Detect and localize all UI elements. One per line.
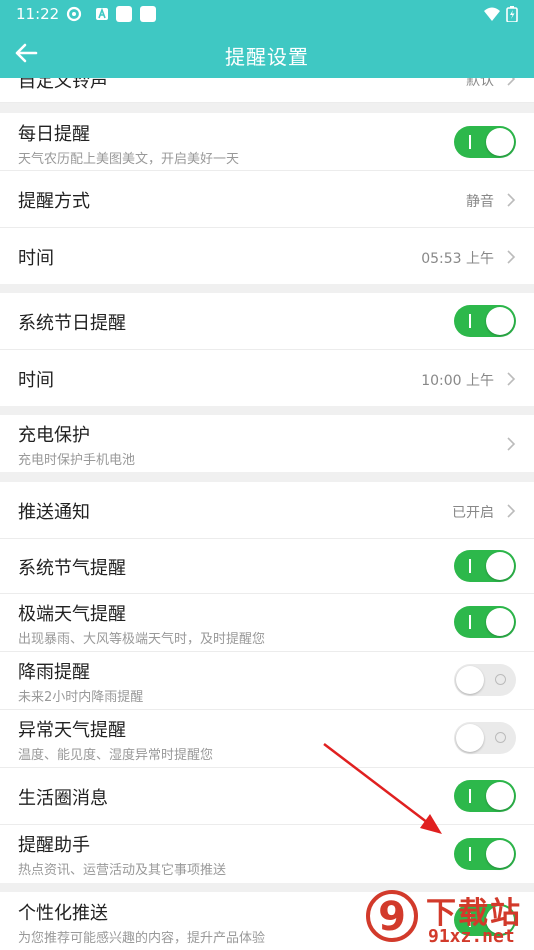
life-circle-toggle[interactable]	[454, 780, 516, 812]
setting-label: 提醒助手	[18, 835, 90, 856]
setting-description: 出现暴雨、大风等极端天气时，及时提醒您	[18, 632, 266, 647]
status-bar: 11:22	[0, 0, 534, 28]
chevron-right-icon	[507, 193, 516, 207]
setting-row-solar-terms: 系统节气提醒	[0, 539, 534, 594]
setting-row-festival-time[interactable]: 时间 10:00 上午	[0, 350, 534, 406]
chevron-right-icon	[507, 372, 516, 386]
battery-icon	[506, 6, 518, 22]
setting-label: 充电保护	[18, 425, 90, 446]
toggle-knob	[486, 608, 514, 636]
setting-row-charging-protection[interactable]: 充电保护 充电时保护手机电池	[0, 415, 534, 472]
setting-value: 05:53 上午	[421, 251, 494, 267]
setting-row-custom-ringtone[interactable]: 自定义铃声 默认	[0, 78, 534, 103]
chevron-right-icon	[507, 250, 516, 264]
setting-label: 提醒方式	[18, 191, 90, 212]
toggle-knob	[486, 840, 514, 868]
notification-square-icon	[116, 6, 132, 22]
wifi-icon	[484, 7, 500, 21]
reminder-assistant-toggle[interactable]	[454, 838, 516, 870]
setting-row-daily-reminder: 每日提醒 天气农历配上美图美文，开启美好一天	[0, 113, 534, 171]
setting-description: 充电时保护手机电池	[18, 453, 136, 468]
settings-list: 自定义铃声 默认 每日提醒 天气农历配上美图美文，开启美好一天 提醒方式 静音 …	[0, 78, 534, 950]
setting-label: 极端天气提醒	[18, 604, 126, 625]
chevron-right-icon	[507, 78, 516, 86]
setting-value: 10:00 上午	[421, 373, 494, 389]
watermark: 9 下载站 91xz.net	[362, 886, 534, 950]
setting-row-abnormal-weather: 异常天气提醒 温度、能见度、湿度异常时提醒您	[0, 710, 534, 768]
chevron-right-icon	[507, 504, 516, 518]
setting-description: 天气农历配上美图美文，开启美好一天	[18, 152, 240, 167]
toggle-off-mark	[495, 674, 506, 685]
watermark-logo-text: 9	[378, 894, 406, 940]
toggle-knob	[486, 128, 514, 156]
toggle-off-mark	[495, 732, 506, 743]
setting-description: 温度、能见度、湿度异常时提醒您	[18, 748, 214, 763]
solar-terms-toggle[interactable]	[454, 550, 516, 582]
setting-description: 为您推荐可能感兴趣的内容，提升产品体验	[18, 931, 266, 946]
sync-icon	[66, 6, 82, 22]
setting-label: 个性化推送	[18, 903, 108, 924]
setting-description: 未来2小时内降雨提醒	[18, 690, 144, 705]
toggle-on-mark	[469, 615, 471, 629]
setting-description: 热点资讯、运营活动及其它事项推送	[18, 863, 227, 878]
toggle-knob	[486, 782, 514, 810]
toggle-knob	[486, 552, 514, 580]
page-title: 提醒设置	[225, 45, 309, 69]
app-bar: 提醒设置	[0, 28, 534, 78]
setting-value: 静音	[466, 194, 494, 210]
setting-row-reminder-mode[interactable]: 提醒方式 静音	[0, 171, 534, 228]
setting-row-festival-reminder: 系统节日提醒	[0, 293, 534, 350]
festival-reminder-toggle[interactable]	[454, 305, 516, 337]
setting-value: 默认	[466, 78, 494, 89]
daily-reminder-toggle[interactable]	[454, 126, 516, 158]
annotation-arrow-icon	[323, 743, 442, 834]
setting-value: 已开启	[452, 505, 494, 521]
toggle-knob	[456, 666, 484, 694]
setting-label: 降雨提醒	[18, 662, 90, 683]
extreme-weather-toggle[interactable]	[454, 606, 516, 638]
setting-label: 每日提醒	[18, 124, 90, 145]
setting-row-life-circle: 生活圈消息	[0, 768, 534, 825]
status-time: 11:22	[16, 5, 60, 23]
setting-label: 时间	[18, 370, 54, 391]
setting-label: 生活圈消息	[18, 788, 108, 809]
font-badge-icon	[96, 7, 108, 20]
toggle-on-mark	[469, 789, 471, 803]
setting-row-push-notifications[interactable]: 推送通知 已开启	[0, 482, 534, 539]
notification-square-icon	[140, 6, 156, 22]
setting-label: 系统节气提醒	[18, 558, 126, 579]
toggle-on-mark	[469, 559, 471, 573]
watermark-logo-icon: 9	[366, 890, 418, 942]
setting-label: 推送通知	[18, 502, 90, 523]
setting-row-extreme-weather: 极端天气提醒 出现暴雨、大风等极端天气时，及时提醒您	[0, 594, 534, 652]
setting-label: 自定义铃声	[18, 78, 108, 92]
setting-label: 系统节日提醒	[18, 313, 126, 334]
toggle-on-mark	[469, 847, 471, 861]
chevron-right-icon	[507, 437, 516, 451]
toggle-on-mark	[469, 314, 471, 328]
toggle-knob	[486, 307, 514, 335]
rain-reminder-toggle[interactable]	[454, 664, 516, 696]
toggle-knob	[456, 724, 484, 752]
watermark-url: 91xz.net	[428, 926, 515, 947]
setting-label: 异常天气提醒	[18, 720, 126, 741]
setting-row-daily-time[interactable]: 时间 05:53 上午	[0, 228, 534, 284]
abnormal-weather-toggle[interactable]	[454, 722, 516, 754]
setting-label: 时间	[18, 248, 54, 269]
setting-row-rain-reminder: 降雨提醒 未来2小时内降雨提醒	[0, 652, 534, 710]
toggle-on-mark	[469, 135, 471, 149]
setting-row-reminder-assistant: 提醒助手 热点资讯、运营活动及其它事项推送	[0, 825, 534, 883]
